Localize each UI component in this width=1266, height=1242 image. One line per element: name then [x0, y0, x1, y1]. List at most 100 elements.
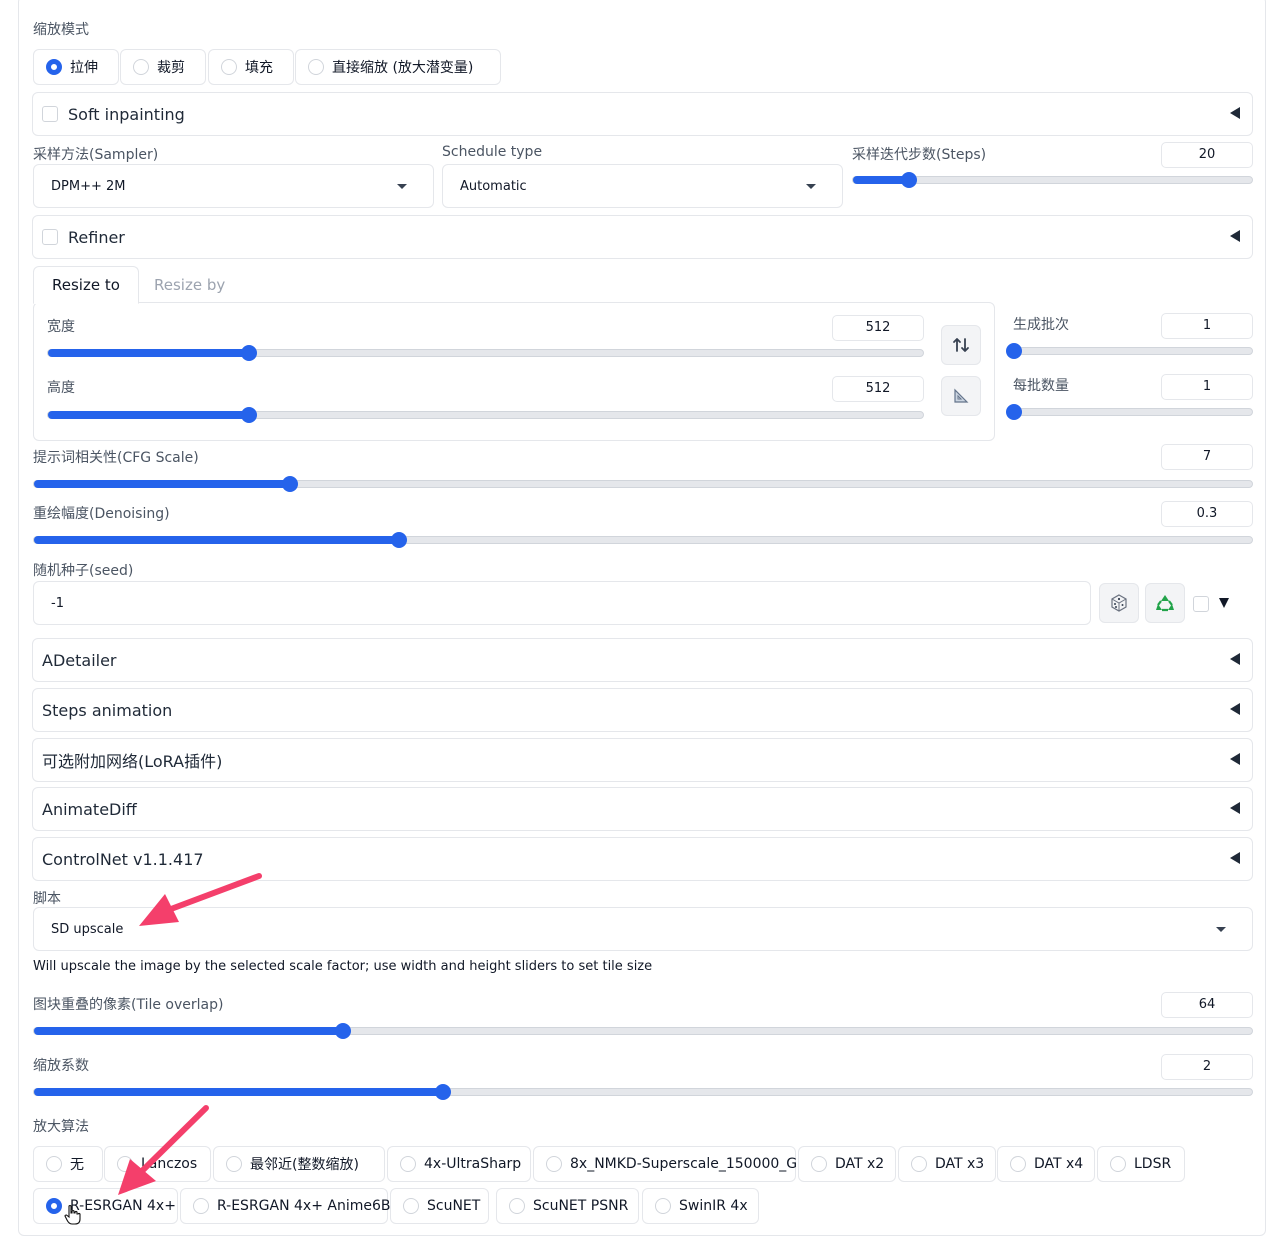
tab-resize-to[interactable]: Resize to [33, 266, 139, 304]
triangle-ruler-icon [954, 388, 969, 403]
batch-count-slider[interactable] [1006, 343, 1253, 359]
collapse-arrow-icon[interactable] [1230, 653, 1240, 665]
tile-overlap-label: 图块重叠的像素(Tile overlap) [33, 997, 224, 1013]
accordion-lora[interactable]: 可选附加网络(LoRA插件) [32, 738, 1253, 782]
expand-down-icon[interactable] [1219, 598, 1229, 608]
option-label: 拉伸 [70, 60, 98, 76]
soft-inpainting-label: Soft inpainting [68, 104, 185, 124]
slider-thumb[interactable] [900, 172, 917, 188]
slider-thumb[interactable] [1006, 343, 1022, 359]
collapse-arrow-icon[interactable] [1230, 852, 1240, 864]
upscaler-option-scunet-psnr[interactable]: ScuNET PSNR [496, 1188, 639, 1224]
accordion-label: ADetailer [42, 650, 117, 670]
option-label: 8x_NMKD-Superscale_150000_G [570, 1156, 798, 1172]
chevron-down-icon [1216, 927, 1226, 932]
batch-count-label: 生成批次 [1013, 317, 1069, 333]
collapse-arrow-icon[interactable] [1230, 703, 1240, 715]
tab-resize-by[interactable]: Resize by [136, 266, 243, 304]
collapse-arrow-icon[interactable] [1230, 107, 1240, 119]
reuse-seed-button[interactable] [1145, 583, 1185, 623]
height-slider[interactable] [47, 407, 924, 423]
radio-unchecked-icon [911, 1156, 927, 1172]
tile-overlap-slider[interactable] [33, 1023, 1253, 1039]
swap-dimensions-button[interactable] [941, 325, 981, 365]
annotation-arrow-script [139, 873, 262, 926]
seed-input[interactable]: -1 [33, 581, 1091, 625]
random-seed-button[interactable] [1099, 583, 1139, 623]
radio-unchecked-icon [308, 59, 324, 75]
option-label: 无 [70, 1157, 84, 1173]
accordion-adetailer[interactable]: ADetailer [32, 638, 1253, 682]
steps-slider[interactable] [852, 172, 1253, 188]
steps-label: 采样迭代步数(Steps) [852, 147, 987, 163]
option-label: 填充 [245, 60, 273, 76]
refiner-checkbox[interactable] [42, 229, 58, 245]
scale-factor-slider[interactable] [33, 1084, 1253, 1100]
accordion-animatediff[interactable]: AnimateDiff [32, 787, 1253, 831]
collapse-arrow-icon[interactable] [1230, 753, 1240, 765]
accordion-label: 可选附加网络(LoRA插件) [42, 752, 223, 771]
accordion-label: Steps animation [42, 700, 173, 720]
upscaler-option-scunet[interactable]: ScuNET [390, 1188, 489, 1224]
option-label: R-ESRGAN 4x+ Anime6B [217, 1198, 391, 1214]
upscaler-option-8x-nmkd[interactable]: 8x_NMKD-Superscale_150000_G [533, 1146, 798, 1182]
resize-mode-option-stretch[interactable]: 拉伸 [33, 49, 119, 85]
width-label: 宽度 [47, 319, 75, 335]
denoising-number-input[interactable]: 0.3 [1161, 501, 1253, 527]
extra-seed-checkbox[interactable] [1193, 596, 1209, 612]
slider-thumb[interactable] [1006, 404, 1022, 420]
aspect-ratio-button[interactable] [941, 376, 981, 416]
width-slider[interactable] [47, 345, 924, 361]
upscaler-option-nearest[interactable]: 最邻近(整数缩放) [213, 1146, 385, 1182]
upscaler-option-4x-ultrasharp[interactable]: 4x-UltraSharp [387, 1146, 531, 1182]
accordion-steps-animation[interactable]: Steps animation [32, 688, 1253, 732]
slider-fill [34, 536, 400, 544]
upscaler-option-swinir-4x[interactable]: SwinIR 4x [642, 1188, 759, 1224]
tile-overlap-number-input[interactable]: 64 [1161, 992, 1253, 1018]
option-label: 4x-UltraSharp [424, 1156, 522, 1172]
radio-unchecked-icon [133, 59, 149, 75]
slider-thumb[interactable] [281, 476, 298, 492]
batch-count-number-input[interactable]: 1 [1161, 313, 1253, 339]
option-label: R-ESRGAN 4x+ [70, 1198, 176, 1214]
accordion-label: ControlNet v1.1.417 [42, 849, 204, 869]
upscaler-option-dat-x3[interactable]: DAT x3 [898, 1146, 996, 1182]
soft-inpainting-accordion[interactable]: Soft inpainting [32, 92, 1253, 136]
scale-factor-number-input[interactable]: 2 [1161, 1054, 1253, 1080]
cfg-scale-number-input[interactable]: 7 [1161, 444, 1253, 470]
cfg-scale-slider[interactable] [33, 476, 1253, 492]
steps-number-input[interactable]: 20 [1161, 142, 1253, 168]
radio-unchecked-icon [1010, 1156, 1026, 1172]
option-label: DAT x3 [935, 1156, 985, 1172]
batch-size-number-input[interactable]: 1 [1161, 374, 1253, 400]
slider-fill [48, 349, 250, 357]
upscaler-option-dat-x4[interactable]: DAT x4 [997, 1146, 1095, 1182]
upscaler-option-none[interactable]: 无 [33, 1146, 103, 1182]
schedule-type-select[interactable]: Automatic [442, 164, 843, 208]
radio-unchecked-icon [403, 1198, 419, 1214]
annotation-arrow-upscaler [118, 1105, 209, 1195]
height-number-input[interactable]: 512 [832, 376, 924, 402]
radio-unchecked-icon [221, 59, 237, 75]
refiner-accordion[interactable]: Refiner [32, 215, 1253, 259]
upscaler-option-ldsr[interactable]: LDSR [1097, 1146, 1185, 1182]
collapse-arrow-icon[interactable] [1230, 802, 1240, 814]
collapse-arrow-icon[interactable] [1230, 230, 1240, 242]
resize-mode-option-fill[interactable]: 填充 [208, 49, 294, 85]
option-label: LDSR [1134, 1156, 1172, 1172]
radio-unchecked-icon [655, 1198, 671, 1214]
option-label: ScuNET PSNR [533, 1198, 629, 1214]
resize-mode-option-crop[interactable]: 裁剪 [120, 49, 206, 85]
resize-mode-option-latent[interactable]: 直接缩放 (放大潜变量) [295, 49, 501, 85]
resize-mode-label: 缩放模式 [33, 22, 89, 38]
option-label: SwinIR 4x [679, 1198, 748, 1214]
width-number-input[interactable]: 512 [832, 315, 924, 341]
denoising-slider[interactable] [33, 532, 1253, 548]
upscaler-option-dat-x2[interactable]: DAT x2 [798, 1146, 896, 1182]
script-value: SD upscale [51, 921, 124, 937]
schedule-type-value: Automatic [460, 178, 527, 194]
soft-inpainting-checkbox[interactable] [42, 106, 58, 122]
sampler-select[interactable]: DPM++ 2M [33, 164, 434, 208]
recycle-icon [1156, 595, 1174, 612]
batch-size-slider[interactable] [1006, 404, 1253, 420]
